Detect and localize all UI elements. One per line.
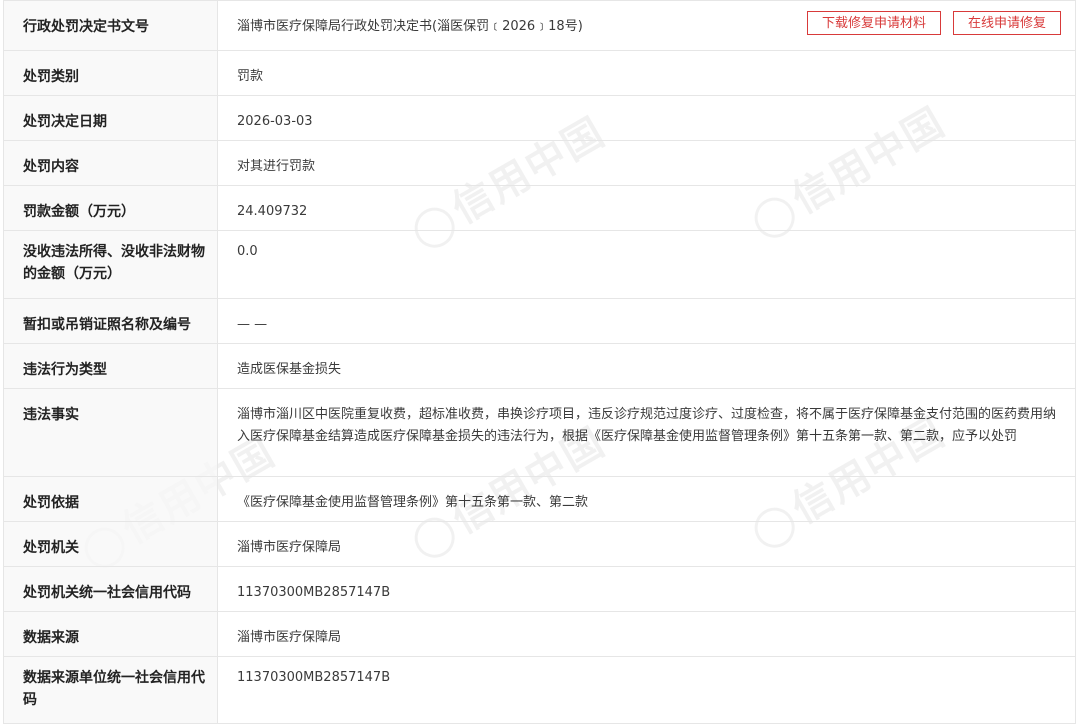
penalty-record: 信用中国 信用中国 信用中国 信用中国 信用中国 行政处罚决定书文号 下载修复申… (0, 0, 1080, 728)
table-row: 数据来源 淄博市医疗保障局 (3, 611, 1076, 657)
table-row: 处罚决定日期 2026-03-03 (3, 95, 1076, 141)
field-value-decision-date: 2026-03-03 (217, 95, 1076, 141)
field-value-violation-facts: 淄博市淄川区中医院重复收费，超标准收费，串换诊疗项目，违反诊疗规范过度诊疗、过度… (217, 388, 1076, 477)
table-row: 处罚内容 对其进行罚款 (3, 140, 1076, 186)
table-row: 违法事实 淄博市淄川区中医院重复收费，超标准收费，串换诊疗项目，违反诊疗规范过度… (3, 388, 1076, 477)
field-label-penalty-category: 处罚类别 (3, 50, 218, 96)
penalty-table: 行政处罚决定书文号 下载修复申请材料 在线申请修复 淄博市医疗保障局行政处罚决定书… (3, 0, 1076, 724)
table-row: 违法行为类型 造成医保基金损失 (3, 343, 1076, 389)
field-value-penalty-content: 对其进行罚款 (217, 140, 1076, 186)
table-row: 罚款金额（万元） 24.409732 (3, 185, 1076, 231)
repair-actions: 下载修复申请材料 在线申请修复 (795, 11, 1061, 35)
field-label-authority-credit-code: 处罚机关统一社会信用代码 (3, 566, 218, 612)
field-value-legal-basis: 《医疗保障基金使用监督管理条例》第十五条第一款、第二款 (217, 476, 1076, 522)
field-label-source-credit-code: 数据来源单位统一社会信用代码 (3, 656, 218, 724)
field-value-penalty-category: 罚款 (217, 50, 1076, 96)
field-label-legal-basis: 处罚依据 (3, 476, 218, 522)
download-repair-materials-button[interactable]: 下载修复申请材料 (806, 11, 941, 35)
table-row: 处罚机关 淄博市医疗保障局 (3, 521, 1076, 567)
field-value-authority-credit-code: 11370300MB2857147B (217, 566, 1076, 612)
field-value-data-source: 淄博市医疗保障局 (217, 611, 1076, 657)
field-label-violation-facts: 违法事实 (3, 388, 218, 477)
field-label-fine-amount: 罚款金额（万元） (3, 185, 218, 231)
online-repair-button[interactable]: 在线申请修复 (952, 11, 1061, 35)
field-value-fine-amount: 24.409732 (217, 185, 1076, 231)
field-value-penalty-authority: 淄博市医疗保障局 (217, 521, 1076, 567)
field-label-license-suspension: 暂扣或吊销证照名称及编号 (3, 298, 218, 344)
table-row: 处罚依据 《医疗保障基金使用监督管理条例》第十五条第一款、第二款 (3, 476, 1076, 522)
field-value-source-credit-code: 11370300MB2857147B (217, 656, 1076, 724)
table-row: 暂扣或吊销证照名称及编号 — — (3, 298, 1076, 344)
table-row: 行政处罚决定书文号 下载修复申请材料 在线申请修复 淄博市医疗保障局行政处罚决定书… (3, 0, 1076, 51)
table-row: 没收违法所得、没收非法财物的金额（万元） 0.0 (3, 230, 1076, 299)
table-row: 处罚机关统一社会信用代码 11370300MB2857147B (3, 566, 1076, 612)
field-value-license-suspension: — — (217, 298, 1076, 344)
field-label-penalty-authority: 处罚机关 (3, 521, 218, 567)
field-label-document-number: 行政处罚决定书文号 (3, 0, 218, 51)
field-value-confiscation-amount: 0.0 (217, 230, 1076, 299)
table-row: 数据来源单位统一社会信用代码 11370300MB2857147B (3, 656, 1076, 724)
field-value-violation-type: 造成医保基金损失 (217, 343, 1076, 389)
field-label-decision-date: 处罚决定日期 (3, 95, 218, 141)
field-label-data-source: 数据来源 (3, 611, 218, 657)
field-label-penalty-content: 处罚内容 (3, 140, 218, 186)
field-label-confiscation-amount: 没收违法所得、没收非法财物的金额（万元） (3, 230, 218, 299)
table-row: 处罚类别 罚款 (3, 50, 1076, 96)
field-value-document-number: 下载修复申请材料 在线申请修复 淄博市医疗保障局行政处罚决定书(淄医保罚﹝2026… (217, 0, 1076, 51)
document-number-text: 淄博市医疗保障局行政处罚决定书(淄医保罚﹝2026﹞18号) (237, 19, 583, 34)
field-label-violation-type: 违法行为类型 (3, 343, 218, 389)
